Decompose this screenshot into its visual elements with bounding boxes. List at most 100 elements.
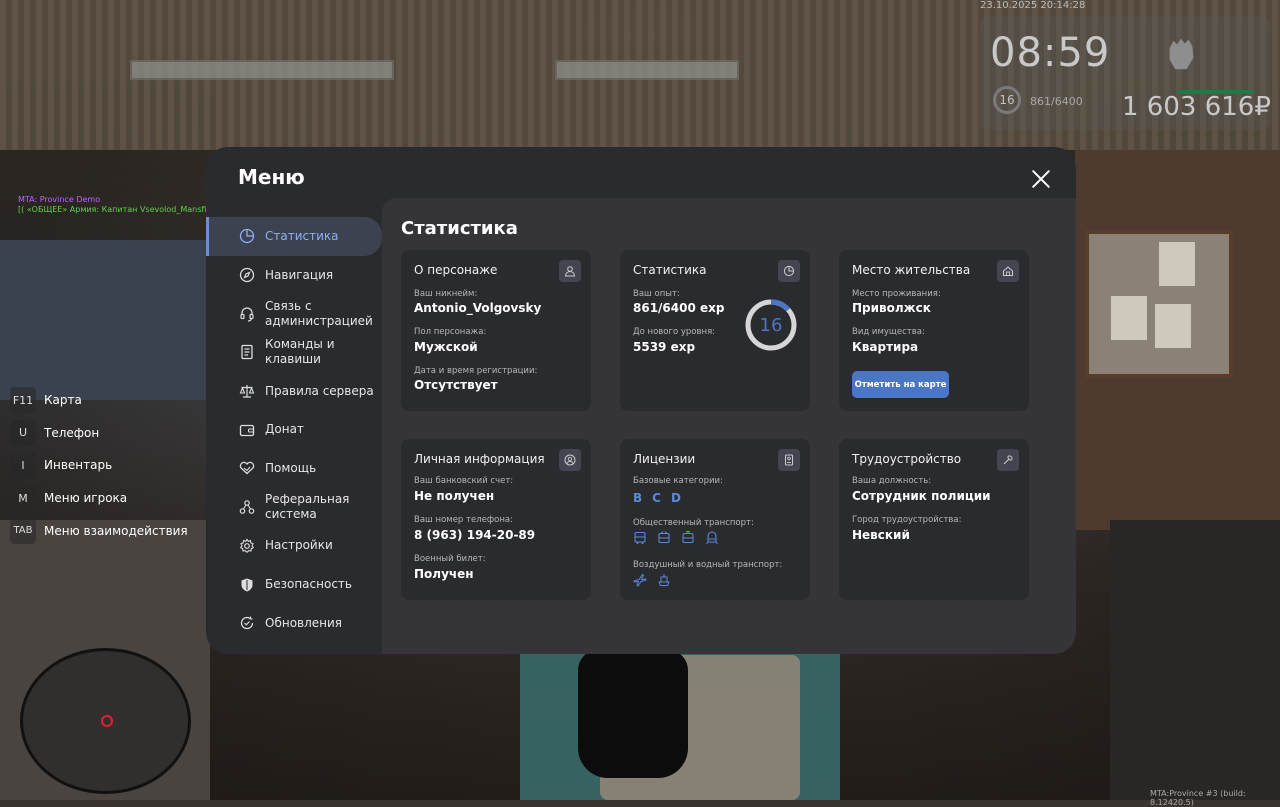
keybind-label: Карта — [44, 393, 82, 407]
sidebar: Статистика Навигация Связь с администрац… — [206, 217, 382, 643]
close-button[interactable] — [1031, 169, 1051, 189]
card-character: О персонаже Ваш никнейм: Antonio_Volgovs… — [401, 250, 591, 411]
hud-time: 08:59 — [990, 30, 1111, 76]
sidebar-item-rules[interactable]: Правила сервера — [206, 372, 382, 411]
license-categories: B C D — [633, 491, 681, 505]
handshake-icon — [239, 462, 255, 475]
exp-value: 861/6400 exp — [633, 301, 725, 315]
sidebar-item-referral[interactable]: Реферальная система — [206, 488, 382, 527]
military-id-value: Получен — [414, 567, 474, 581]
keybind-interaction-menu: TAB Меню взаимодействия — [10, 517, 188, 544]
gear-icon — [239, 538, 255, 553]
hud-money: 1 603 616₽ — [1122, 92, 1271, 122]
field-label: Военный билет: — [414, 554, 486, 564]
modal-title: Меню — [238, 165, 305, 189]
position-value: Сотрудник полиции — [852, 489, 991, 503]
section-title: Статистика — [401, 218, 518, 239]
user-circle-icon — [559, 449, 581, 471]
card-header: Личная информация — [414, 452, 545, 466]
sidebar-item-label: Безопасность — [265, 577, 352, 592]
desk — [1110, 520, 1280, 800]
registration-value: Отсутствует — [414, 378, 498, 392]
sidebar-item-donate[interactable]: Донат — [206, 410, 382, 449]
build-info: MTA:Province #3 (build: 8.12420.5) — [1150, 789, 1246, 807]
sidebar-item-label: Навигация — [265, 267, 334, 282]
field-label: Базовые категории: — [633, 476, 723, 486]
hud-date: 23.10.2025 20:14:28 — [980, 0, 1086, 11]
next-level-value: 5539 exp — [633, 340, 696, 354]
sidebar-item-label: Команды и клавиши — [265, 337, 335, 367]
trolleybus-icon — [658, 531, 670, 544]
airplane-icon — [633, 573, 647, 587]
fist-icon — [1169, 38, 1194, 70]
field-label: Пол персонажа: — [414, 327, 487, 337]
card-header: Статистика — [633, 263, 707, 277]
license-category: B — [633, 491, 643, 505]
document-icon — [241, 345, 253, 360]
license-category: D — [670, 491, 681, 505]
wall — [0, 240, 215, 400]
card-licenses: Лицензии Базовые категории: B C D Общест… — [620, 439, 810, 600]
keybind-label: Меню взаимодействия — [44, 523, 188, 538]
phone-value: 8 (963) 194-20-89 — [414, 528, 536, 542]
key-cap: M — [10, 485, 36, 512]
sidebar-item-settings[interactable]: Настройки — [206, 527, 382, 566]
id-card-icon — [778, 449, 800, 471]
key-cap: TAB — [10, 517, 36, 544]
sidebar-item-commands[interactable]: Команды и клавиши — [206, 333, 382, 372]
sidebar-item-help[interactable]: Помощь — [206, 449, 382, 488]
sidebar-item-label: Обновления — [265, 615, 343, 630]
compass-icon — [239, 267, 255, 283]
field-label: Ваш банковский счет: — [414, 476, 514, 486]
field-label: Ваша должность: — [852, 476, 932, 486]
key-cap: U — [10, 419, 36, 446]
card-header: Трудоустройство — [852, 452, 962, 466]
sidebar-item-updates[interactable]: Обновления — [206, 604, 382, 643]
nickname-value: Antonio_Volgovsky — [414, 301, 542, 315]
card-residence: Место жительства Место проживания: Приво… — [839, 250, 1029, 411]
field-label: Ваш номер телефона: — [414, 515, 513, 525]
wanted-board — [1085, 230, 1233, 378]
residence-value: Приволжск — [852, 301, 931, 315]
sidebar-item-security[interactable]: Безопасность — [206, 565, 382, 604]
sidebar-item-label: Реферальная система — [265, 492, 350, 522]
level-progress-ring: 16 — [745, 299, 797, 351]
hud-exp: 861/6400 — [1030, 95, 1083, 108]
menu-modal: Меню Статистика Навигация Связь с админи… — [206, 147, 1076, 654]
sidebar-item-navigation[interactable]: Навигация — [206, 256, 382, 295]
card-header: О персонаже — [414, 263, 498, 277]
keybind-hints: F11 Карта U Телефон I Инвентарь M Меню и… — [10, 387, 188, 550]
ceiling-lamp — [130, 60, 394, 80]
card-header: Место жительства — [852, 263, 971, 277]
key-cap: I — [10, 452, 36, 479]
level-number: 16 — [760, 315, 783, 336]
headset-icon — [240, 307, 254, 322]
minimap — [20, 648, 191, 794]
player-character — [578, 650, 688, 778]
photo — [1155, 304, 1191, 348]
boat-icon — [658, 574, 670, 586]
tools-icon — [997, 449, 1019, 471]
refresh-check-icon — [240, 616, 254, 630]
hud-level: 16 — [993, 86, 1021, 114]
mark-on-map-button[interactable]: Отметить на карте — [852, 371, 949, 398]
field-label: Ваш опыт: — [633, 289, 680, 299]
photo — [1111, 296, 1147, 340]
bus-icon — [634, 531, 646, 544]
pie-chart-icon — [239, 229, 255, 244]
house-icon — [997, 260, 1019, 282]
keybind-inventory: I Инвентарь — [10, 452, 188, 479]
user-icon — [559, 260, 581, 282]
keybind-player-menu: M Меню игрока — [10, 485, 188, 512]
photo — [1159, 242, 1195, 286]
keybind-phone: U Телефон — [10, 419, 188, 446]
sidebar-item-stats[interactable]: Статистика — [206, 217, 382, 256]
field-label: Общественный транспорт: — [633, 518, 754, 528]
field-label: Место проживания: — [852, 289, 941, 299]
keybind-label: Телефон — [44, 425, 100, 440]
ceiling-lamp — [555, 60, 739, 80]
license-category: C — [652, 491, 661, 505]
sidebar-item-admin-contact[interactable]: Связь с администрацией — [206, 294, 382, 333]
pie-chart-icon — [778, 260, 800, 282]
card-personal-info: Личная информация Ваш банковский счет: Н… — [401, 439, 591, 600]
